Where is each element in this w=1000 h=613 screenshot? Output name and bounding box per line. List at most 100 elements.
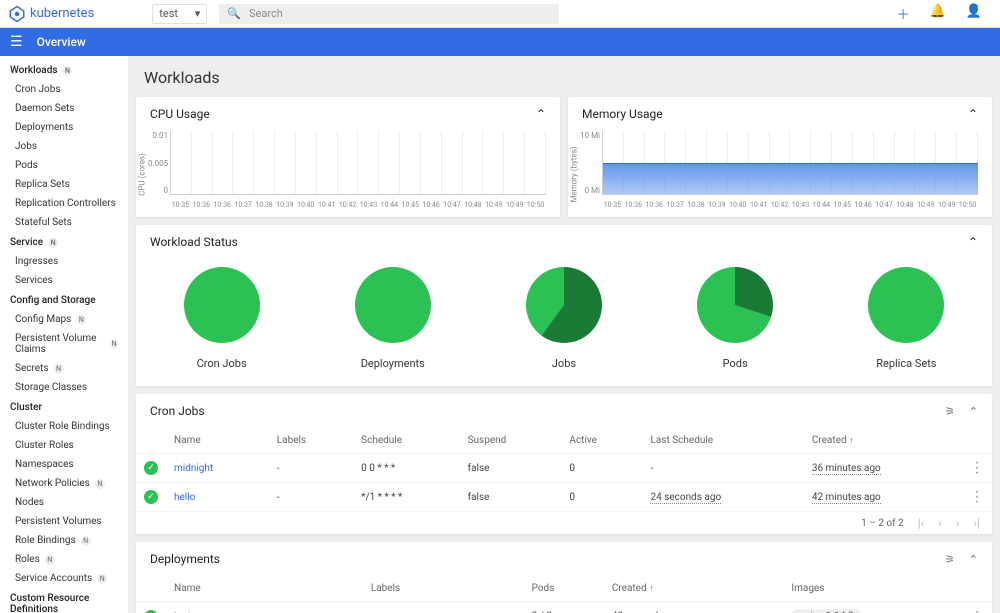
user-icon[interactable]: 👤 xyxy=(966,4,982,23)
filter-icon[interactable]: ⚞ xyxy=(945,405,955,418)
col-header[interactable]: Suspend xyxy=(460,428,562,454)
status-ok-icon: ✓ xyxy=(144,610,158,613)
cpu-usage-card: CPU Usage ⌃ CPU (cores) 0.010.0050 10:35… xyxy=(136,97,560,217)
bell-icon[interactable]: 🔔 xyxy=(930,4,946,23)
sidebar-item-persistent-volume-claims[interactable]: Persistent Volume Claims N xyxy=(0,329,128,359)
sidebar-section-cluster[interactable]: Cluster xyxy=(0,397,128,417)
logo[interactable]: kubernetes xyxy=(8,5,94,23)
sidebar-item-secrets[interactable]: Secrets N xyxy=(0,359,128,378)
col-header[interactable]: Active xyxy=(561,428,642,454)
sidebar-item-persistent-volumes[interactable]: Persistent Volumes xyxy=(0,512,128,531)
sidebar-item-role-bindings[interactable]: Role Bindings N xyxy=(0,531,128,550)
sidebar-item-services[interactable]: Services xyxy=(0,271,128,290)
deployments-card: Deployments ⚞ ⌃ NameLabelsPodsCreated ↑I… xyxy=(136,542,992,613)
sidebar-item-namespaces[interactable]: Namespaces xyxy=(0,455,128,474)
memory-usage-card: Memory Usage ⌃ Memory (bytes) 10 Mi0 Mi … xyxy=(568,97,992,217)
sidebar-section-workloads[interactable]: Workloads N xyxy=(0,60,128,80)
sidebar-item-roles[interactable]: Roles N xyxy=(0,550,128,569)
sidebar-section-config-and-storage[interactable]: Config and Storage xyxy=(0,290,128,310)
col-header[interactable]: Labels xyxy=(363,576,524,602)
sidebar-item-deployments[interactable]: Deployments xyxy=(0,118,128,137)
workload-status-title: Workload Status xyxy=(150,235,238,249)
collapse-icon[interactable]: ⌃ xyxy=(968,235,978,249)
sidebar-item-ingresses[interactable]: Ingresses xyxy=(0,252,128,271)
sidebar-section-custom-resource-definitions[interactable]: Custom Resource Definitions xyxy=(0,588,128,613)
x-ticks: 10:3510:3610:3610:3710:3810:3910:4010:41… xyxy=(602,201,978,209)
status-row: Cron Jobs Deployments Jobs Pods Replica Sets xyxy=(136,259,992,386)
cronjob-name-link[interactable]: hello xyxy=(166,483,269,512)
page-title: Workloads xyxy=(136,64,992,97)
sort-icon: ↑ xyxy=(849,436,854,446)
col-header[interactable]: Name xyxy=(166,576,363,602)
n-badge: N xyxy=(48,238,58,248)
next-page-icon[interactable]: › xyxy=(956,516,960,530)
col-header[interactable]: Labels xyxy=(269,428,353,454)
prev-page-icon[interactable]: ‹ xyxy=(938,516,942,530)
collapse-icon[interactable]: ⌃ xyxy=(969,405,978,418)
sidebar-item-service-accounts[interactable]: Service Accounts N xyxy=(0,569,128,588)
cell-active: 0 xyxy=(561,454,642,483)
sidebar-item-cluster-role-bindings[interactable]: Cluster Role Bindings xyxy=(0,417,128,436)
col-header[interactable]: Pods xyxy=(524,576,604,602)
deployments-title: Deployments xyxy=(150,552,220,566)
col-header[interactable]: Schedule xyxy=(353,428,459,454)
last-page-icon[interactable]: ›| xyxy=(973,516,980,530)
donut-chart xyxy=(526,267,602,343)
mem-fill xyxy=(603,163,978,195)
row-menu-icon[interactable]: ⋮ xyxy=(970,609,984,613)
sidebar-item-nodes[interactable]: Nodes xyxy=(0,493,128,512)
cell-created: 36 minutes ago xyxy=(804,454,962,483)
status-pods[interactable]: Pods xyxy=(697,267,773,370)
col-header[interactable]: Created ↑ xyxy=(604,576,784,602)
sidebar-item-replica-sets[interactable]: Replica Sets xyxy=(0,175,128,194)
first-page-icon[interactable]: |‹ xyxy=(918,516,925,530)
status-cron-jobs[interactable]: Cron Jobs xyxy=(184,267,260,370)
add-icon[interactable]: ＋ xyxy=(897,4,910,23)
image-chip: nginx:1.14.2 xyxy=(791,609,861,613)
table-row: ✓ midnight - 0 0 * * * false 0 - 36 minu… xyxy=(136,454,992,483)
search-input[interactable]: 🔍 Search xyxy=(219,4,559,24)
hamburger-icon[interactable]: ☰ xyxy=(10,34,23,50)
sidebar-item-replication-controllers[interactable]: Replication Controllers xyxy=(0,194,128,213)
sidebar-item-stateful-sets[interactable]: Stateful Sets xyxy=(0,213,128,232)
collapse-icon[interactable]: ⌃ xyxy=(968,107,978,121)
cell-last-schedule: - xyxy=(642,454,803,483)
collapse-icon[interactable]: ⌃ xyxy=(969,553,978,566)
sidebar-item-network-policies[interactable]: Network Policies N xyxy=(0,474,128,493)
namespace-select[interactable]: test ▾ xyxy=(152,4,207,24)
col-header[interactable]: Name xyxy=(166,428,269,454)
workload-status-card: Workload Status ⌃ Cron Jobs Deployments Jo… xyxy=(136,225,992,386)
filter-icon[interactable]: ⚞ xyxy=(945,553,955,566)
sidebar-item-config-maps[interactable]: Config Maps N xyxy=(0,310,128,329)
n-badge: N xyxy=(95,479,105,489)
collapse-icon[interactable]: ⌃ xyxy=(536,107,546,121)
sidebar-item-daemon-sets[interactable]: Daemon Sets xyxy=(0,99,128,118)
row-menu-icon[interactable]: ⋮ xyxy=(970,489,984,505)
n-badge: N xyxy=(54,364,64,374)
bluebar: ☰ Overview xyxy=(0,28,1000,56)
status-deployments[interactable]: Deployments xyxy=(355,267,431,370)
sidebar-item-cron-jobs[interactable]: Cron Jobs xyxy=(0,80,128,99)
sidebar-item-pods[interactable]: Pods xyxy=(0,156,128,175)
col-header[interactable]: Last Schedule xyxy=(642,428,803,454)
deployment-name-link[interactable]: test xyxy=(166,602,363,613)
status-replica-sets[interactable]: Replica Sets xyxy=(868,267,944,370)
y-ticks: 10 Mi0 Mi xyxy=(580,131,600,195)
sidebar-item-storage-classes[interactable]: Storage Classes xyxy=(0,378,128,397)
sidebar-item-cluster-roles[interactable]: Cluster Roles xyxy=(0,436,128,455)
cronjobs-pagination: 1 – 2 of 2 |‹ ‹ › ›| xyxy=(136,512,992,534)
bluebar-title: Overview xyxy=(37,35,86,49)
cronjob-name-link[interactable]: midnight xyxy=(166,454,269,483)
main-content: Workloads CPU Usage ⌃ CPU (cores) 0.010.… xyxy=(128,56,1000,613)
sidebar-item-jobs[interactable]: Jobs xyxy=(0,137,128,156)
cell-suspend: false xyxy=(460,454,562,483)
donut-chart xyxy=(184,267,260,343)
app-name: kubernetes xyxy=(30,6,94,21)
cell-images: nginx:1.14.2 xyxy=(783,602,962,613)
sidebar-section-service[interactable]: Service N xyxy=(0,232,128,252)
col-header[interactable]: Images xyxy=(783,576,962,602)
status-jobs[interactable]: Jobs xyxy=(526,267,602,370)
cell-schedule: 0 0 * * * xyxy=(353,454,459,483)
col-header[interactable]: Created ↑ xyxy=(804,428,962,454)
row-menu-icon[interactable]: ⋮ xyxy=(970,460,984,476)
